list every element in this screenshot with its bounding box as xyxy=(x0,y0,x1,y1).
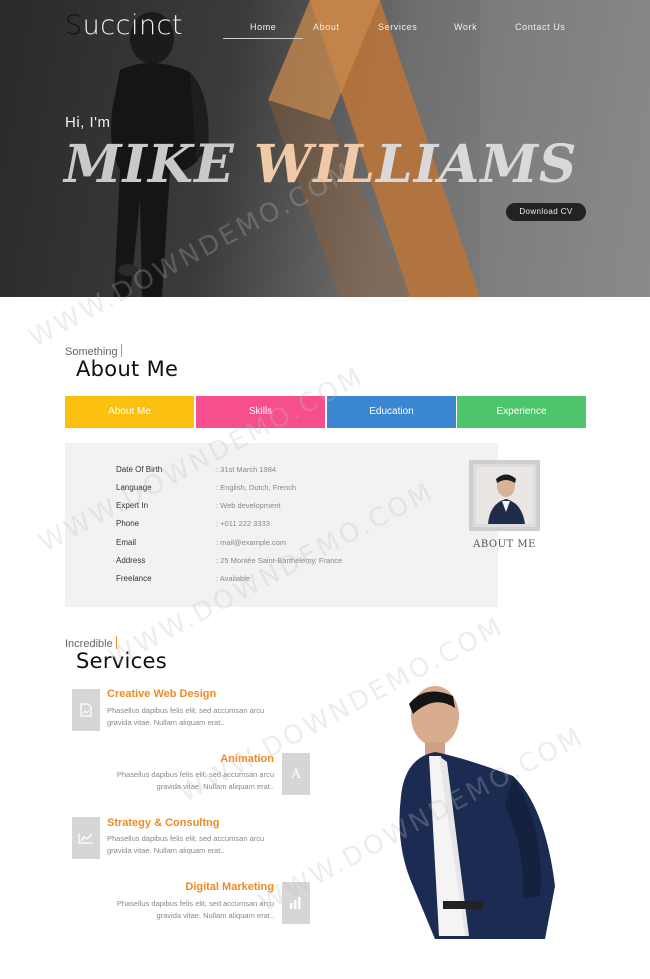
info-row-expert-in: Expert In : Web development xyxy=(116,501,496,515)
tab-experience[interactable]: Experience xyxy=(457,396,586,428)
info-row-phone: Phone : +011 222 3333 xyxy=(116,519,496,533)
info-value: : Web development xyxy=(216,501,281,510)
download-cv-button[interactable]: Download CV xyxy=(506,203,586,221)
hero-name-part3: LIAMS xyxy=(376,134,578,195)
service-title-strategy[interactable]: Strategy & Consultng xyxy=(107,817,219,829)
letter-a-icon: A xyxy=(282,753,310,795)
service-title-digital-marketing[interactable]: Digital Marketing xyxy=(84,881,274,893)
line-chart-icon xyxy=(72,817,100,859)
info-label: Email xyxy=(116,538,137,547)
service-desc-line: Phasellus dapibus felis elit, sed accums… xyxy=(107,834,265,843)
tab-education[interactable]: Education xyxy=(327,396,456,428)
service-desc: Phasellus dapibus felis elit, sed accums… xyxy=(84,898,274,922)
tab-about-me[interactable]: About Me xyxy=(65,396,194,428)
service-title-animation[interactable]: Animation xyxy=(84,753,274,765)
info-row-address: Address : 25 Montée Saint-Barthélemy, Fr… xyxy=(116,556,496,570)
service-desc-line: Phasellus dapibus felis elit, sed accums… xyxy=(116,899,274,908)
services-person-photo xyxy=(399,686,555,939)
profile-photo xyxy=(476,467,533,524)
info-label: Phone xyxy=(116,519,140,528)
nav-item-about[interactable]: About xyxy=(313,22,340,32)
about-tabs: About Me Skills Education Experience xyxy=(65,396,586,428)
about-info-panel: Date Of Birth : 31st March 1984 Language… xyxy=(65,443,498,607)
image-icon xyxy=(72,689,100,731)
services-title: Services xyxy=(76,649,167,673)
profile-photo-frame xyxy=(469,460,540,531)
kicker-accent-bar xyxy=(115,636,117,649)
service-desc-line: Phasellus dapibus felis elit, sed accums… xyxy=(116,770,274,779)
hero-name-part2: WIL xyxy=(253,134,377,195)
service-desc-line: gravida vitae. Nullam aliquam erat.. xyxy=(156,782,274,791)
kicker-accent-bar xyxy=(120,344,122,357)
profile-photo-figure xyxy=(476,467,533,524)
bar-chart-icon xyxy=(282,882,310,924)
info-value: : English, Dutch, French xyxy=(216,483,297,492)
info-label: Date Of Birth xyxy=(116,465,163,474)
services-kicker: Incredible xyxy=(65,636,117,650)
hero-name-part1: MIKE xyxy=(64,134,254,195)
about-kicker: Something xyxy=(65,344,122,358)
info-value: : 25 Montée Saint-Barthélemy, France xyxy=(216,556,343,565)
nav-item-home[interactable]: Home xyxy=(222,22,305,39)
info-label: Freelance xyxy=(116,574,152,583)
info-row-email: Email : mail@example.com xyxy=(116,538,496,552)
info-label: Language xyxy=(116,483,152,492)
service-title-web-design[interactable]: Creative Web Design xyxy=(107,688,216,700)
nav-item-contact-us[interactable]: Contact Us xyxy=(515,22,566,32)
service-desc-line: Phasellus dapibus felis elit, sed accums… xyxy=(107,706,265,715)
service-desc-line: gravida vitae. Nullam aliquam erat.. xyxy=(107,846,225,855)
info-row-freelance: Freelance : Available xyxy=(116,574,496,588)
tab-skills[interactable]: Skills xyxy=(196,396,325,428)
info-value: : +011 222 3333 xyxy=(216,519,270,528)
service-desc: Phasellus dapibus felis elit, sed accums… xyxy=(107,705,297,729)
info-row-dob: Date Of Birth : 31st March 1984 xyxy=(116,465,496,479)
service-desc: Phasellus dapibus felis elit, sed accums… xyxy=(107,833,297,857)
about-title: About Me xyxy=(76,357,179,381)
nav-item-work[interactable]: Work xyxy=(454,22,477,32)
info-value[interactable]: : mail@example.com xyxy=(216,538,286,547)
hero-name: MIKE WILLIAMS xyxy=(64,134,577,195)
service-desc: Phasellus dapibus felis elit, sed accums… xyxy=(84,769,274,793)
info-label: Expert In xyxy=(116,501,149,510)
hero-greeting: Hi, I'm xyxy=(65,114,111,131)
profile-photo-caption: ABOUT ME xyxy=(473,539,536,550)
info-value: : 31st March 1984 xyxy=(216,465,277,474)
nav-item-services[interactable]: Services xyxy=(378,22,417,32)
main-nav: Home About Services Work Contact Us xyxy=(0,22,650,42)
service-desc-line: gravida vitae. Nullam aliquam erat.. xyxy=(107,718,225,727)
info-label: Address xyxy=(116,556,146,565)
info-row-language: Language : English, Dutch, French xyxy=(116,483,496,497)
service-desc-line: gravida vitae. Nullam aliquam erat.. xyxy=(156,911,274,920)
info-value: : Available xyxy=(216,574,251,583)
hero-banner: Succinct Home About Services Work Contac… xyxy=(0,0,650,297)
